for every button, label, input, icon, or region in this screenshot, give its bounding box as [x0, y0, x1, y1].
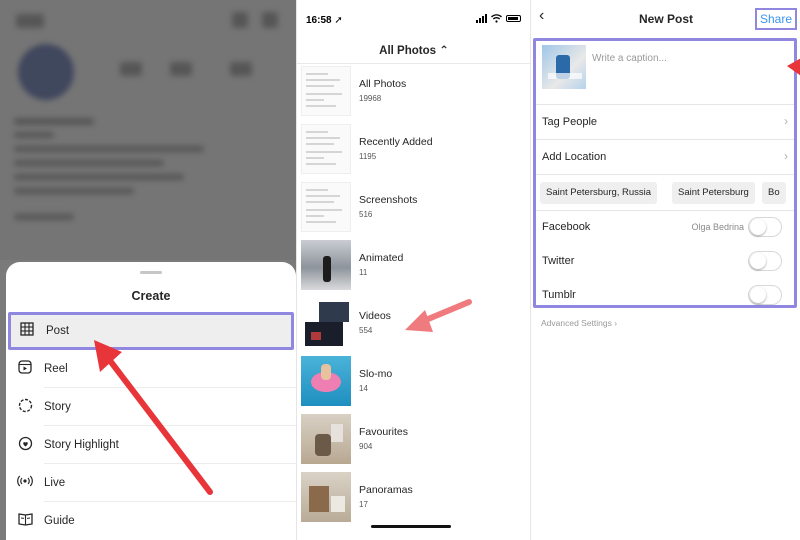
album-row-slo-mo[interactable]: Slo-mo 14: [297, 352, 530, 410]
new-post-panel: ‹ New Post Share Tag People › Add Locati…: [530, 0, 800, 540]
location-suggestions: Saint Petersburg, Russia Saint Petersbur…: [536, 177, 794, 211]
menu-item-reel[interactable]: Reel: [6, 350, 296, 388]
menu-item-label: Post: [46, 325, 70, 337]
album-count: 19968: [359, 94, 382, 103]
add-location-label: Add Location: [542, 151, 607, 163]
twitter-label: Twitter: [542, 255, 575, 267]
location-chip[interactable]: Bo: [762, 182, 786, 204]
album-row-recently-added[interactable]: Recently Added 1195: [297, 120, 530, 178]
album-thumbnail: [301, 356, 351, 406]
post-details-highlight: Tag People › Add Location › Saint Peters…: [533, 38, 797, 308]
toggle-knob: [750, 219, 766, 235]
home-indicator: [371, 525, 451, 528]
album-row-animated[interactable]: Animated 11: [297, 236, 530, 294]
status-indicators: [476, 14, 521, 23]
reel-icon: [6, 360, 44, 378]
photo-albums-panel: 16:58 ➚ All Photos ⌃ All Photos 19968 Re…: [296, 0, 530, 540]
album-row-panoramas[interactable]: Panoramas 17: [297, 468, 530, 526]
album-count: 554: [359, 326, 373, 335]
live-icon: [6, 474, 44, 492]
battery-icon: [506, 15, 521, 22]
album-title: Favourites: [359, 426, 409, 438]
tumblr-toggle[interactable]: [748, 285, 782, 305]
location-chip[interactable]: Saint Petersburg: [672, 182, 755, 204]
album-count: 516: [359, 210, 373, 219]
location-chip[interactable]: Saint Petersburg, Russia: [540, 182, 658, 204]
album-title: Panoramas: [359, 484, 413, 496]
menu-item-post[interactable]: Post: [8, 312, 294, 350]
album-title: Slo-mo: [359, 368, 393, 380]
chevron-right-icon: ›: [784, 149, 788, 163]
sheet-grabber[interactable]: [140, 271, 162, 274]
story-icon: [6, 398, 44, 417]
album-count: 14: [359, 384, 368, 393]
facebook-share-row: Facebook Olga Bedrina: [536, 211, 794, 245]
create-panel: Create Post Reel Story Story Highlight L…: [0, 0, 296, 540]
album-row-favourites[interactable]: Favourites 904: [297, 410, 530, 468]
new-post-header: ‹ New Post Share: [531, 0, 800, 36]
toggle-knob: [750, 253, 766, 269]
facebook-account: Olga Bedrina: [691, 222, 744, 232]
facebook-toggle[interactable]: [748, 217, 782, 237]
album-row-videos[interactable]: Videos 554: [297, 294, 530, 352]
create-title: Create: [131, 289, 171, 303]
album-thumbnail: [301, 472, 351, 522]
menu-item-live[interactable]: Live: [6, 464, 296, 502]
toggle-knob: [750, 287, 766, 303]
album-thumbnail: [301, 124, 351, 174]
album-count: 1195: [359, 152, 377, 161]
menu-item-label: Live: [44, 477, 66, 489]
menu-item-label: Guide: [44, 515, 75, 527]
tag-people-row[interactable]: Tag People ›: [536, 105, 794, 140]
signal-icon: [476, 14, 487, 23]
album-count: 904: [359, 442, 373, 451]
album-title: Screenshots: [359, 194, 418, 206]
grid-icon: [8, 322, 46, 340]
album-thumbnail: [301, 414, 351, 464]
album-picker-toggle[interactable]: All Photos ⌃: [297, 38, 530, 64]
menu-item-story[interactable]: Story: [6, 388, 296, 426]
menu-item-label: Reel: [44, 363, 68, 375]
menu-item-label: Story: [44, 401, 71, 413]
tag-people-label: Tag People: [542, 116, 598, 128]
album-title: Animated: [359, 252, 404, 264]
status-bar: 16:58 ➚: [297, 0, 530, 38]
menu-item-story-highlight[interactable]: Story Highlight: [6, 426, 296, 464]
twitter-share-row: Twitter: [536, 245, 794, 279]
menu-item-label: Story Highlight: [44, 439, 119, 451]
chevron-right-icon: ›: [784, 114, 788, 128]
album-title: Videos: [359, 310, 391, 322]
album-thumbnail: [301, 182, 351, 232]
album-row-screenshots[interactable]: Screenshots 516: [297, 178, 530, 236]
album-title: All Photos: [359, 78, 407, 90]
album-thumbnail: [301, 240, 351, 290]
guide-icon: [6, 512, 44, 530]
caption-row: [536, 41, 794, 105]
wifi-icon: [491, 14, 502, 23]
album-thumbnail: [301, 298, 351, 348]
album-thumbnail: [301, 66, 351, 116]
add-location-row[interactable]: Add Location ›: [536, 140, 794, 175]
album-title: Recently Added: [359, 136, 433, 148]
tumblr-share-row: Tumblr: [536, 279, 794, 313]
caption-input[interactable]: [592, 53, 742, 64]
advanced-settings-link[interactable]: Advanced Settings ›: [541, 318, 617, 328]
album-count: 17: [359, 500, 368, 509]
album-row-all-photos[interactable]: All Photos 19968: [297, 62, 530, 120]
share-button[interactable]: Share: [754, 8, 797, 30]
status-time: 16:58 ➚: [306, 15, 343, 26]
album-count: 11: [359, 268, 368, 277]
highlight-icon: [6, 436, 44, 455]
twitter-toggle[interactable]: [748, 251, 782, 271]
post-thumbnail: [542, 45, 586, 89]
tumblr-label: Tumblr: [542, 289, 576, 301]
menu-item-guide[interactable]: Guide: [6, 502, 296, 540]
facebook-label: Facebook: [542, 221, 591, 233]
